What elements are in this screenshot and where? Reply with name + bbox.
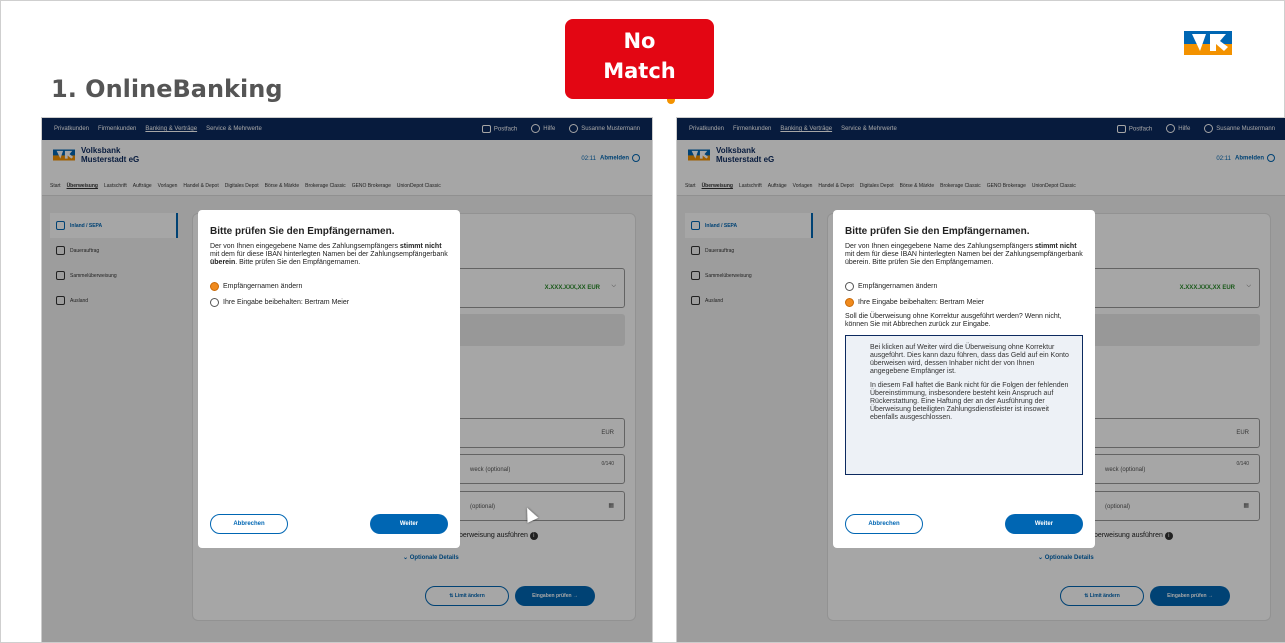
next-button[interactable]: Weiter — [1005, 514, 1083, 534]
badge-line-1: No — [623, 29, 656, 53]
radio-icon[interactable] — [845, 282, 854, 291]
msg-part-1: Der von Ihnen eingegebene Name des Zahlu… — [210, 243, 400, 250]
msg-part-2: mit dem für diese IBAN hinterlegten Name… — [845, 251, 1083, 258]
slide-title: 1. OnlineBanking — [51, 75, 283, 103]
cancel-button[interactable]: Abbrechen — [845, 514, 923, 534]
dialog-message: Der von Ihnen eingegebene Name des Zahlu… — [210, 243, 448, 267]
vr-logo-icon — [1184, 31, 1232, 55]
screenshot-left: Privatkunden Firmenkunden Banking & Vert… — [41, 117, 653, 643]
info-paragraph-2: In diesem Fall haftet die Bank nicht für… — [870, 382, 1069, 421]
msg-part-3: . Bitte prüfen Sie den Empfängernamen. — [868, 259, 994, 266]
msg-part-3: . Bitte prüfen Sie den Empfängernamen. — [235, 259, 361, 266]
msg-part-1: Der von Ihnen eingegebene Name des Zahlu… — [845, 243, 1035, 250]
msg-bold-1: stimmt nicht — [1034, 243, 1077, 250]
msg-bold-2: überein — [210, 259, 236, 266]
dialog-question: Soll die Überweisung ohne Korrektur ausg… — [845, 313, 1062, 328]
liability-info-box: Bei klicken auf Weiter wird die Überweis… — [845, 335, 1083, 475]
screenshot-right: Privatkunden Firmenkunden Banking & Vert… — [676, 117, 1285, 643]
radio-selected-icon[interactable] — [210, 282, 219, 291]
option-keep-label: Ihre Eingabe beibehalten: Bertram Meier — [223, 299, 350, 306]
option-keep-input[interactable]: Ihre Eingabe beibehalten: Bertram Meier — [210, 298, 448, 307]
option-change-label: Empfängernamen ändern — [858, 283, 938, 290]
msg-part-2b: überein — [845, 259, 869, 266]
option-keep-input[interactable]: Ihre Eingabe beibehalten: Bertram Meier — [845, 298, 1083, 307]
option-keep-label: Ihre Eingabe beibehalten: Bertram Meier — [858, 299, 985, 306]
radio-selected-icon[interactable] — [845, 298, 854, 307]
dialog-message: Der von Ihnen eingegebene Name des Zahlu… — [845, 243, 1083, 267]
dialog-title: Bitte prüfen Sie den Empfängernamen. — [210, 226, 395, 237]
badge-pointer — [667, 99, 675, 104]
slide: 1. OnlineBanking No Match Privatkunden F… — [0, 0, 1285, 643]
cancel-button[interactable]: Abbrechen — [210, 514, 288, 534]
recipient-check-dialog: Bitte prüfen Sie den Empfängernamen. Der… — [833, 210, 1095, 548]
msg-bold-1: stimmt nicht — [399, 243, 442, 250]
no-match-badge: No Match — [565, 19, 714, 99]
option-change-label: Empfängernamen ändern — [223, 283, 303, 290]
next-button[interactable]: Weiter — [370, 514, 448, 534]
option-change-name[interactable]: Empfängernamen ändern — [210, 282, 448, 291]
dialog-title: Bitte prüfen Sie den Empfängernamen. — [845, 226, 1030, 237]
recipient-check-dialog: Bitte prüfen Sie den Empfängernamen. Der… — [198, 210, 460, 548]
info-paragraph-1: Bei klicken auf Weiter wird die Überweis… — [870, 344, 1069, 375]
option-change-name[interactable]: Empfängernamen ändern — [845, 282, 1083, 291]
badge-line-2: Match — [603, 59, 676, 83]
msg-part-2: mit dem für diese IBAN hinterlegten Name… — [210, 251, 448, 258]
radio-icon[interactable] — [210, 298, 219, 307]
